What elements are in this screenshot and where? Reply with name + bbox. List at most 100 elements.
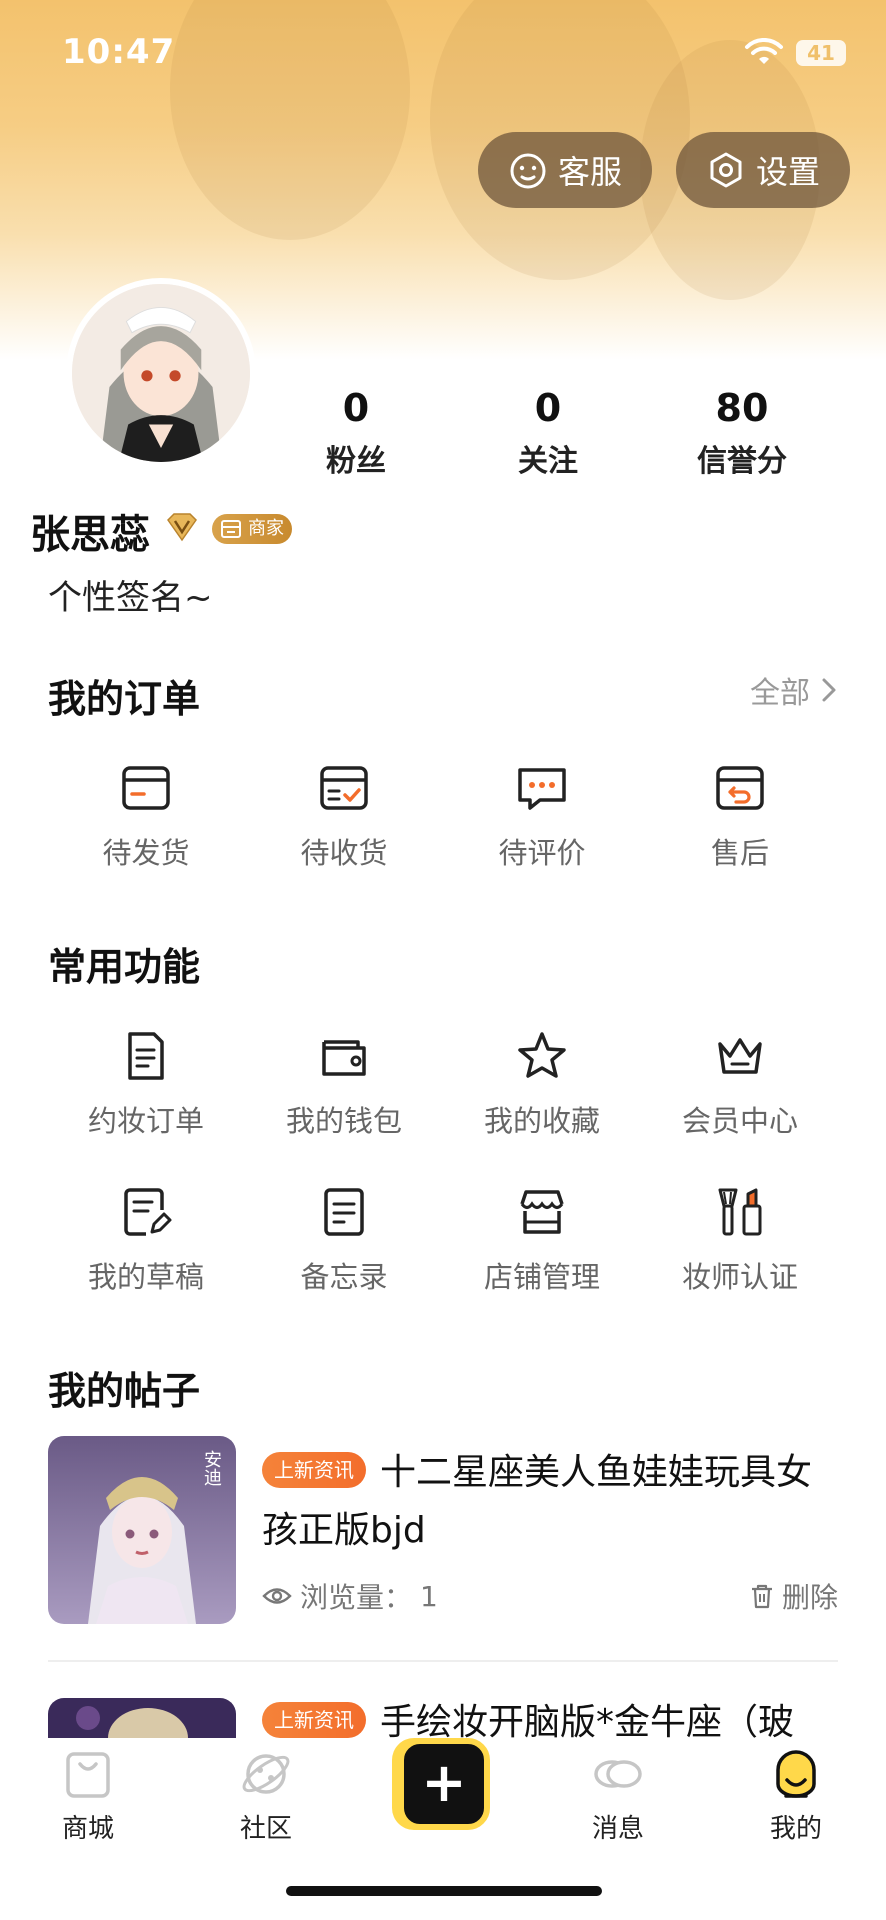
customer-service-label: 客服 xyxy=(557,153,622,191)
divider xyxy=(48,1660,838,1662)
tab-messages[interactable]: 消息 xyxy=(558,1746,678,1845)
order-pending-receive-label: 待收货 xyxy=(300,836,388,870)
post-title: 上新资讯 手绘妆开脑版*金牛座（玻 xyxy=(262,1698,822,1738)
username: 张思蕊 xyxy=(30,512,150,558)
stat-following-value: 0 xyxy=(534,386,562,430)
order-pending-review[interactable]: 待评价 xyxy=(442,760,642,872)
box-return-icon xyxy=(716,766,764,810)
stat-credit-label: 信誉分 xyxy=(697,444,787,479)
trash-icon xyxy=(751,1584,772,1609)
status-bar: 10:47 41 xyxy=(0,0,886,104)
chat-bubble-icon xyxy=(518,768,566,810)
signature[interactable]: 个性签名~ xyxy=(48,570,213,619)
functions-section-title: 常用功能 xyxy=(48,945,201,989)
planet-icon xyxy=(242,1754,290,1794)
stat-following-label: 关注 xyxy=(518,444,578,479)
doll-image xyxy=(48,1698,236,1738)
makeup-tools-icon xyxy=(718,1188,762,1236)
function-favorites-label: 我的收藏 xyxy=(483,1104,600,1138)
memo-icon xyxy=(324,1188,364,1236)
status-time: 10:47 xyxy=(62,32,176,72)
thumbnail-watermark: 安迪 xyxy=(201,1450,222,1486)
tab-community[interactable]: 社区 xyxy=(206,1746,326,1845)
wifi-icon xyxy=(745,38,783,64)
home-indicator xyxy=(286,1886,602,1896)
vip-diamond-icon xyxy=(167,513,197,542)
post-thumbnail xyxy=(48,1698,236,1738)
function-favorites[interactable]: 我的收藏 xyxy=(442,1028,642,1140)
tab-profile[interactable]: 我的 xyxy=(736,1746,856,1845)
star-icon xyxy=(518,1032,566,1078)
post-views-label: 浏览量： xyxy=(300,1581,413,1614)
function-makeup-artist-certification[interactable]: 妆师认证 xyxy=(640,1184,840,1296)
function-membership[interactable]: 会员中心 xyxy=(640,1028,840,1140)
post-title: 上新资讯 十二星座美人鱼娃娃玩具女孩正版bjd xyxy=(262,1444,822,1560)
stat-fans-label: 粉丝 xyxy=(326,444,386,479)
post-tag: 上新资讯 xyxy=(262,1452,366,1488)
avatar[interactable] xyxy=(66,278,256,468)
function-memo-label: 备忘录 xyxy=(300,1260,388,1294)
create-post-button[interactable]: + xyxy=(398,1738,490,1830)
tab-mall-label: 商城 xyxy=(61,1814,114,1844)
function-wallet[interactable]: 我的钱包 xyxy=(244,1028,444,1140)
avatar-image xyxy=(72,284,250,462)
orders-section-title: 我的订单 xyxy=(48,677,201,721)
stat-fans[interactable]: 0 粉丝 xyxy=(276,384,436,480)
function-memo[interactable]: 备忘录 xyxy=(244,1184,444,1296)
stat-credit[interactable]: 80 信誉分 xyxy=(662,384,822,480)
function-makeup-orders-label: 约妆订单 xyxy=(87,1104,204,1138)
post-card[interactable]: 安迪 上新资讯 十二星座美人鱼娃娃玩具女孩正版bjd 浏览量： 1 删除 xyxy=(48,1436,838,1624)
post-card[interactable]: 上新资讯 手绘妆开脑版*金牛座（玻 xyxy=(48,1698,838,1738)
shopping-bag-icon xyxy=(66,1752,110,1798)
smiley-icon xyxy=(510,153,546,189)
document-list-icon xyxy=(128,1032,164,1080)
see-all-label: 全部 xyxy=(750,676,810,711)
order-pending-ship[interactable]: 待发货 xyxy=(46,760,246,872)
order-pending-receive[interactable]: 待收货 xyxy=(244,760,444,872)
tab-messages-label: 消息 xyxy=(591,1814,644,1844)
order-pending-review-label: 待评价 xyxy=(498,836,586,870)
function-drafts[interactable]: 我的草稿 xyxy=(46,1184,246,1296)
order-after-sales[interactable]: 售后 xyxy=(640,760,840,872)
wallet-icon xyxy=(322,1040,366,1076)
post-delete-label: 删除 xyxy=(781,1581,838,1614)
store-icon xyxy=(520,1190,564,1234)
gear-icon xyxy=(710,152,742,188)
function-makeup-artist-certification-label: 妆师认证 xyxy=(681,1260,798,1294)
post-title-text: 手绘妆开脑版*金牛座（玻 xyxy=(380,1702,795,1738)
message-bubbles-icon xyxy=(594,1760,642,1788)
function-store-management[interactable]: 店铺管理 xyxy=(442,1184,642,1296)
function-drafts-label: 我的草稿 xyxy=(87,1260,204,1294)
draft-edit-icon xyxy=(124,1188,172,1236)
order-pending-ship-label: 待发货 xyxy=(102,836,190,870)
function-makeup-orders[interactable]: 约妆订单 xyxy=(46,1028,246,1140)
box-check-icon xyxy=(320,766,368,810)
post-tag: 上新资讯 xyxy=(262,1702,366,1738)
stat-fans-value: 0 xyxy=(342,386,370,430)
merchant-badge-label: 商家 xyxy=(248,518,284,539)
box-pending-ship-icon xyxy=(122,766,170,810)
order-after-sales-label: 售后 xyxy=(710,836,769,870)
chevron-right-icon xyxy=(822,678,836,702)
settings-button[interactable]: 设置 xyxy=(676,132,850,208)
tab-community-label: 社区 xyxy=(239,1814,292,1844)
tab-mall[interactable]: 商城 xyxy=(28,1746,148,1845)
plus-icon: + xyxy=(421,1751,467,1814)
function-membership-label: 会员中心 xyxy=(681,1104,798,1138)
customer-service-button[interactable]: 客服 xyxy=(478,132,652,208)
post-views-count: 1 xyxy=(420,1579,438,1613)
battery-icon: 41 xyxy=(796,40,846,66)
tab-profile-label: 我的 xyxy=(769,1814,822,1844)
profile-face-icon xyxy=(776,1750,816,1798)
crown-icon xyxy=(718,1038,762,1074)
store-badge-icon xyxy=(221,520,241,538)
orders-see-all-link[interactable]: 全部 xyxy=(750,668,838,712)
posts-section-title: 我的帖子 xyxy=(48,1369,201,1413)
stat-following[interactable]: 0 关注 xyxy=(468,384,628,480)
post-thumbnail: 安迪 xyxy=(48,1436,236,1624)
merchant-badge: 商家 xyxy=(212,514,292,544)
post-delete-button[interactable]: 删除 xyxy=(750,1576,838,1616)
stat-credit-value: 80 xyxy=(715,386,769,430)
post-views: 浏览量： 1 xyxy=(262,1576,438,1616)
eye-icon xyxy=(262,1588,292,1604)
